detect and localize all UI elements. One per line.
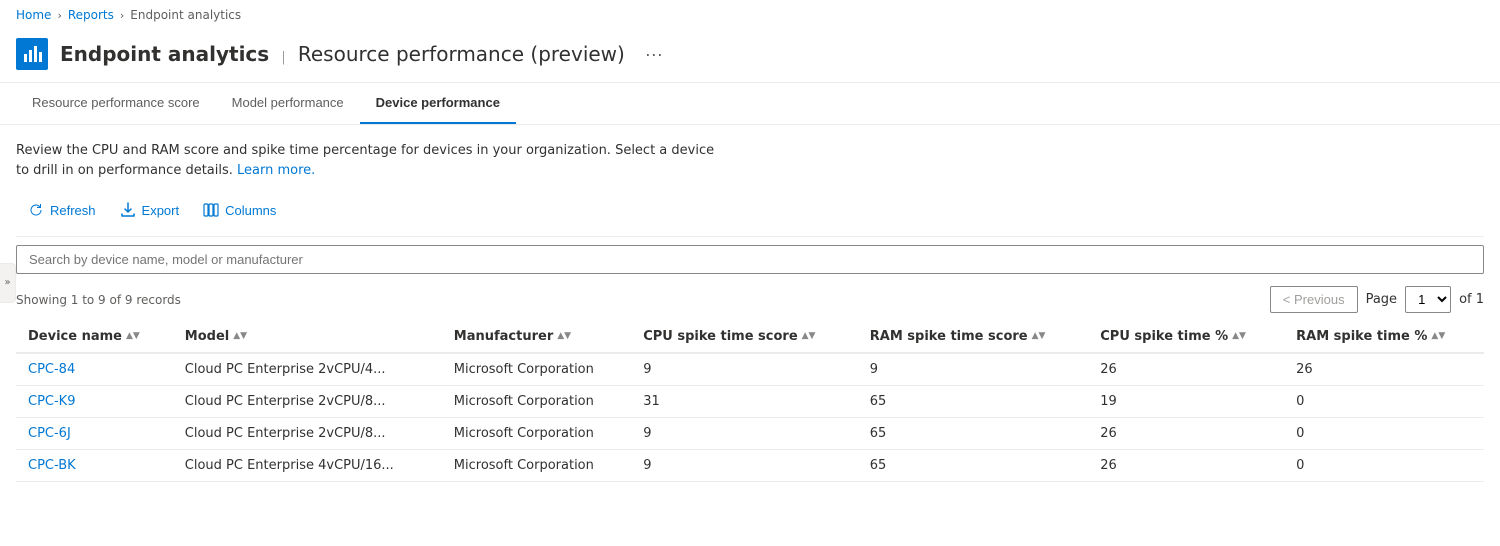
sort-icon-ram-spike-score: ▲▼ <box>1032 332 1046 341</box>
divider <box>16 236 1484 237</box>
records-info: Showing 1 to 9 of 9 records <box>16 293 181 307</box>
learn-more-link[interactable]: Learn more. <box>237 163 315 178</box>
sort-icon-cpu-spike-score: ▲▼ <box>802 332 816 341</box>
col-header-ram-spike-score[interactable]: RAM spike time score ▲▼ <box>858 321 1088 353</box>
page-title-container: Endpoint analytics | Resource performanc… <box>60 42 625 66</box>
title-separator: | <box>281 50 285 65</box>
col-header-model[interactable]: Model ▲▼ <box>173 321 442 353</box>
breadcrumb-reports[interactable]: Reports <box>68 8 114 22</box>
tab-device-performance[interactable]: Device performance <box>360 83 516 124</box>
cell-cpu-spike-score: 9 <box>631 418 858 450</box>
table-row: CPC-BK Cloud PC Enterprise 4vCPU/16... M… <box>16 450 1484 482</box>
cell-device-name: CPC-BK <box>16 450 173 482</box>
table-row: CPC-6J Cloud PC Enterprise 2vCPU/8... Mi… <box>16 418 1484 450</box>
records-pagination-row: Showing 1 to 9 of 9 records < Previous P… <box>16 282 1484 321</box>
more-options-button[interactable]: ··· <box>637 40 671 69</box>
device-name-link[interactable]: CPC-84 <box>28 362 75 377</box>
tab-resource-performance-score[interactable]: Resource performance score <box>16 83 216 124</box>
export-label: Export <box>142 203 180 218</box>
sort-icon-device-name: ▲▼ <box>126 332 140 341</box>
cell-model: Cloud PC Enterprise 4vCPU/16... <box>173 450 442 482</box>
tab-model-performance[interactable]: Model performance <box>216 83 360 124</box>
cell-device-name: CPC-K9 <box>16 386 173 418</box>
sort-icon-model: ▲▼ <box>233 332 247 341</box>
cell-ram-spike-score: 65 <box>858 418 1088 450</box>
cell-cpu-spike-pct: 26 <box>1088 450 1284 482</box>
cell-ram-spike-pct: 26 <box>1284 353 1484 386</box>
refresh-label: Refresh <box>50 203 96 218</box>
tab-content: Review the CPU and RAM score and spike t… <box>0 125 1500 482</box>
table-body: CPC-84 Cloud PC Enterprise 2vCPU/4... Mi… <box>16 353 1484 482</box>
cell-manufacturer: Microsoft Corporation <box>442 353 631 386</box>
toolbar: Refresh Export Columns <box>16 196 1484 224</box>
sort-icon-cpu-spike-pct: ▲▼ <box>1232 332 1246 341</box>
cell-manufacturer: Microsoft Corporation <box>442 386 631 418</box>
of-label: of 1 <box>1459 292 1484 307</box>
description: Review the CPU and RAM score and spike t… <box>16 141 716 180</box>
cell-model: Cloud PC Enterprise 2vCPU/8... <box>173 386 442 418</box>
device-name-link[interactable]: CPC-6J <box>28 426 71 441</box>
columns-icon <box>203 202 219 218</box>
cell-model: Cloud PC Enterprise 2vCPU/8... <box>173 418 442 450</box>
col-header-cpu-spike-pct[interactable]: CPU spike time % ▲▼ <box>1088 321 1284 353</box>
cell-cpu-spike-pct: 26 <box>1088 353 1284 386</box>
col-header-manufacturer[interactable]: Manufacturer ▲▼ <box>442 321 631 353</box>
app-icon <box>16 38 48 70</box>
export-button[interactable]: Export <box>108 196 192 224</box>
cell-cpu-spike-pct: 26 <box>1088 418 1284 450</box>
cell-cpu-spike-pct: 19 <box>1088 386 1284 418</box>
cell-ram-spike-pct: 0 <box>1284 386 1484 418</box>
cell-ram-spike-pct: 0 <box>1284 418 1484 450</box>
table-row: CPC-K9 Cloud PC Enterprise 2vCPU/8... Mi… <box>16 386 1484 418</box>
refresh-button[interactable]: Refresh <box>16 196 108 224</box>
cell-ram-spike-score: 65 <box>858 450 1088 482</box>
columns-label: Columns <box>225 203 276 218</box>
table-row: CPC-84 Cloud PC Enterprise 2vCPU/4... Mi… <box>16 353 1484 386</box>
breadcrumb: Home › Reports › Endpoint analytics <box>0 0 1500 30</box>
breadcrumb-current: Endpoint analytics <box>130 8 241 22</box>
page-header: Endpoint analytics | Resource performanc… <box>0 30 1500 83</box>
analytics-icon <box>22 44 42 64</box>
columns-button[interactable]: Columns <box>191 196 288 224</box>
refresh-icon <box>28 202 44 218</box>
previous-button[interactable]: < Previous <box>1270 286 1358 313</box>
cell-device-name: CPC-6J <box>16 418 173 450</box>
page-label: Page <box>1366 292 1397 307</box>
page-title-sub: Resource performance (preview) <box>298 42 625 66</box>
sidebar-toggle[interactable]: » <box>0 263 16 303</box>
cell-model: Cloud PC Enterprise 2vCPU/4... <box>173 353 442 386</box>
cell-ram-spike-score: 9 <box>858 353 1088 386</box>
search-input[interactable] <box>16 245 1484 274</box>
breadcrumb-home[interactable]: Home <box>16 8 51 22</box>
tab-bar: Resource performance score Model perform… <box>0 83 1500 125</box>
device-name-link[interactable]: CPC-BK <box>28 458 76 473</box>
data-table: Device name ▲▼ Model ▲▼ <box>16 321 1484 482</box>
breadcrumb-sep-1: › <box>57 9 61 22</box>
description-text: Review the CPU and RAM score and spike t… <box>16 143 714 178</box>
sort-icon-ram-spike-pct: ▲▼ <box>1431 332 1445 341</box>
cell-manufacturer: Microsoft Corporation <box>442 450 631 482</box>
col-header-device-name[interactable]: Device name ▲▼ <box>16 321 173 353</box>
cell-cpu-spike-score: 9 <box>631 450 858 482</box>
page-title-main: Endpoint analytics <box>60 42 269 66</box>
cell-cpu-spike-score: 9 <box>631 353 858 386</box>
cell-ram-spike-pct: 0 <box>1284 450 1484 482</box>
cell-device-name: CPC-84 <box>16 353 173 386</box>
cell-cpu-spike-score: 31 <box>631 386 858 418</box>
col-header-ram-spike-pct[interactable]: RAM spike time % ▲▼ <box>1284 321 1484 353</box>
export-icon <box>120 202 136 218</box>
device-name-link[interactable]: CPC-K9 <box>28 394 75 409</box>
cell-manufacturer: Microsoft Corporation <box>442 418 631 450</box>
table-header-row: Device name ▲▼ Model ▲▼ <box>16 321 1484 353</box>
breadcrumb-sep-2: › <box>120 9 124 22</box>
sort-icon-manufacturer: ▲▼ <box>557 332 571 341</box>
cell-ram-spike-score: 65 <box>858 386 1088 418</box>
page-select[interactable]: 1 <box>1405 286 1451 313</box>
col-header-cpu-spike-score[interactable]: CPU spike time score ▲▼ <box>631 321 858 353</box>
data-table-container: Device name ▲▼ Model ▲▼ <box>16 321 1484 482</box>
